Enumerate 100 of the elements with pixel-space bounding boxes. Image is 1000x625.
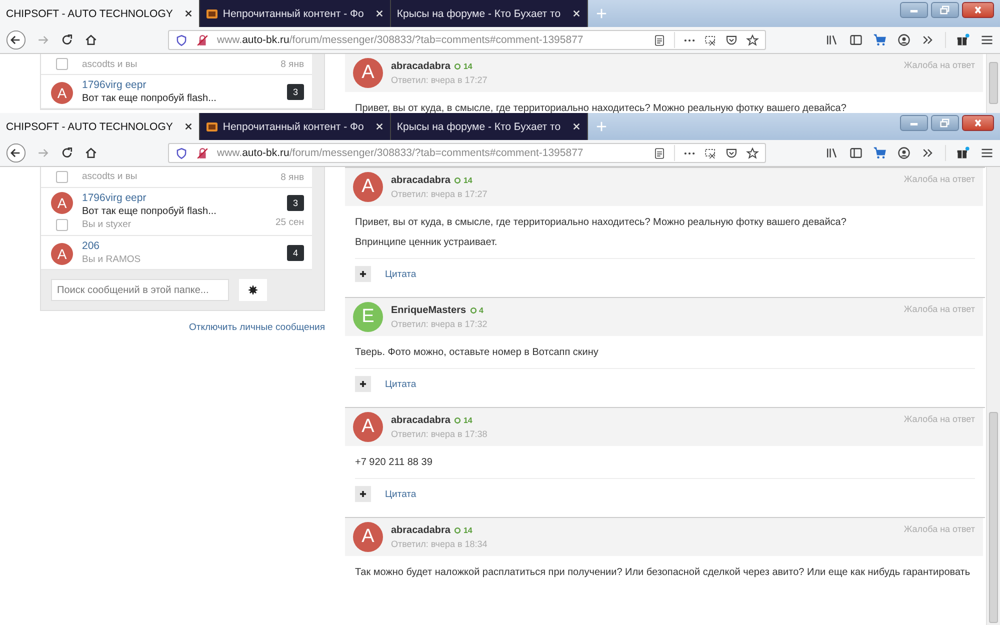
reader-view-icon[interactable] <box>653 146 666 160</box>
scrollbar[interactable] <box>986 54 1000 113</box>
avatar: A <box>353 172 383 202</box>
library-icon[interactable] <box>825 33 839 47</box>
author-name[interactable]: abracadabra <box>391 415 450 426</box>
sidebar-icon[interactable] <box>849 33 863 47</box>
account-icon[interactable] <box>897 146 911 160</box>
post-time: Ответил: вчера в 17:27 <box>391 75 488 85</box>
author-name[interactable]: EnriqueMasters <box>391 305 466 316</box>
cart-icon[interactable] <box>873 146 887 160</box>
close-icon[interactable] <box>184 122 193 131</box>
url-text: www.auto-bk.ru/forum/messenger/308833/?tab=comments#comment-1395877 <box>217 147 584 159</box>
conversation-date: 8 янв <box>280 58 304 70</box>
home-icon[interactable] <box>84 33 98 47</box>
add-quote-button[interactable] <box>355 376 371 392</box>
reload-icon[interactable] <box>60 146 74 160</box>
browser-tab[interactable]: CHIPSOFT - AUTO TECHNOLOGY <box>0 113 200 140</box>
avatar: A <box>51 243 73 265</box>
reputation-icon <box>454 527 462 534</box>
quote-link[interactable]: Цитата <box>385 488 416 500</box>
unread-count: 4 <box>286 244 304 260</box>
account-icon[interactable] <box>897 33 911 47</box>
conversation-title[interactable]: 1796virg eepr <box>82 192 266 204</box>
conversation-item[interactable]: A 1796virg eepr Вот так еще попробуй flash... 3 <box>41 75 312 109</box>
browser-tab[interactable]: Крысы на форуме - Кто Бухает то <box>390 113 588 140</box>
participants-text: Вы и RAMOS <box>82 254 142 265</box>
screenshot-icon[interactable] <box>704 34 717 46</box>
address-bar[interactable]: www.auto-bk.ru/forum/messenger/308833/?tab=comments#comment-1395877 <box>168 30 766 50</box>
conversation-item[interactable]: A 206 Вы и RAMOS 4 <box>41 236 312 270</box>
checkbox[interactable] <box>56 219 68 231</box>
close-icon <box>972 118 984 128</box>
minimize-button[interactable] <box>900 2 928 18</box>
minimize-button[interactable] <box>900 115 928 131</box>
comment-text: Впринципе ценник устраивает. <box>355 237 498 248</box>
favicon-icon <box>206 8 218 20</box>
plus-icon <box>359 490 367 498</box>
author-name[interactable]: abracadabra <box>391 61 450 72</box>
author-name[interactable]: abracadabra <box>391 525 450 536</box>
reputation-icon <box>454 63 462 70</box>
reputation-count: 14 <box>463 176 472 185</box>
conversation-date: 25 сен <box>276 217 304 228</box>
back-icon[interactable] <box>6 30 26 50</box>
shield-icon <box>175 146 188 160</box>
reload-icon[interactable] <box>60 33 74 47</box>
gift-icon[interactable] <box>956 146 970 160</box>
reputation-count: 14 <box>463 526 472 535</box>
browser-tab[interactable]: Непрочитанный контент - Фо <box>200 113 391 140</box>
author-name[interactable]: abracadabra <box>391 175 450 186</box>
cart-icon[interactable] <box>873 33 887 47</box>
address-bar[interactable]: www.auto-bk.ru/forum/messenger/308833/?tab=comments#comment-1395877 <box>168 143 766 163</box>
browser-tab[interactable]: Непрочитанный контент - Фо <box>200 0 391 27</box>
home-icon[interactable] <box>84 146 98 160</box>
browser-tab[interactable]: CHIPSOFT - AUTO TECHNOLOGY <box>0 0 200 27</box>
comment-text: Привет, вы от куда, в смысле, где территориально находитесь? Можно реальную фотку вашего девайса? <box>355 103 848 113</box>
checkbox[interactable] <box>56 58 68 70</box>
search-field[interactable]: Поиск сообщений в этой папке... <box>51 279 229 301</box>
conversation-title[interactable]: 206 <box>82 240 278 252</box>
browser-tab[interactable]: Крысы на форуме - Кто Бухает то <box>390 0 588 27</box>
star-icon[interactable] <box>746 146 759 160</box>
message-preview: Вот так еще попробуй flash... <box>82 206 218 217</box>
checkbox[interactable] <box>56 171 68 183</box>
lock-crossed-icon <box>196 34 209 46</box>
restore-button[interactable] <box>931 115 959 131</box>
conversation-title[interactable]: 1796virg eepr <box>82 79 278 91</box>
post-time: Ответил: вчера в 17:32 <box>391 319 488 329</box>
close-button[interactable] <box>962 115 994 131</box>
reader-view-icon[interactable] <box>653 34 666 46</box>
participants-text: ascodts и вы <box>82 171 138 182</box>
pocket-icon[interactable] <box>725 34 738 46</box>
scrollbar[interactable] <box>986 167 1000 625</box>
star-icon[interactable] <box>746 34 759 46</box>
disable-messages-link[interactable]: Отключить личные сообщения <box>188 322 325 333</box>
add-quote-button[interactable] <box>355 486 371 502</box>
pocket-icon[interactable] <box>725 146 738 160</box>
settings-icon <box>248 285 258 295</box>
screenshot-icon[interactable] <box>704 146 717 160</box>
sidebar-icon[interactable] <box>849 146 863 160</box>
menu-icon[interactable] <box>980 146 994 160</box>
gift-icon[interactable] <box>956 33 970 47</box>
library-icon[interactable] <box>825 146 839 160</box>
unread-count: 3 <box>286 84 304 100</box>
restore-icon <box>939 5 951 15</box>
close-button[interactable] <box>962 2 994 18</box>
shield-icon <box>175 34 188 46</box>
reputation-count: 14 <box>463 416 472 425</box>
conversation-item[interactable]: A 1796virg eepr Вот так еще попробуй flash... Вы и styxer 3 25 сен <box>41 188 312 236</box>
menu-icon[interactable] <box>980 33 994 47</box>
back-icon[interactable] <box>6 143 26 163</box>
reputation-icon <box>470 307 478 314</box>
post-time: Ответил: вчера в 17:27 <box>391 189 488 199</box>
comment-text: Тверь. Фото можно, оставьте номер в Вотсапп скину <box>355 347 600 358</box>
avatar: A <box>51 192 73 214</box>
restore-button[interactable] <box>931 2 959 18</box>
quote-link[interactable]: Цитата <box>385 378 416 390</box>
quote-link[interactable]: Цитата <box>385 268 416 280</box>
add-quote-button[interactable] <box>355 266 371 282</box>
restore-icon <box>939 118 951 128</box>
settings-button[interactable] <box>239 279 267 301</box>
reputation-icon <box>454 417 462 424</box>
close-icon[interactable] <box>184 9 193 18</box>
